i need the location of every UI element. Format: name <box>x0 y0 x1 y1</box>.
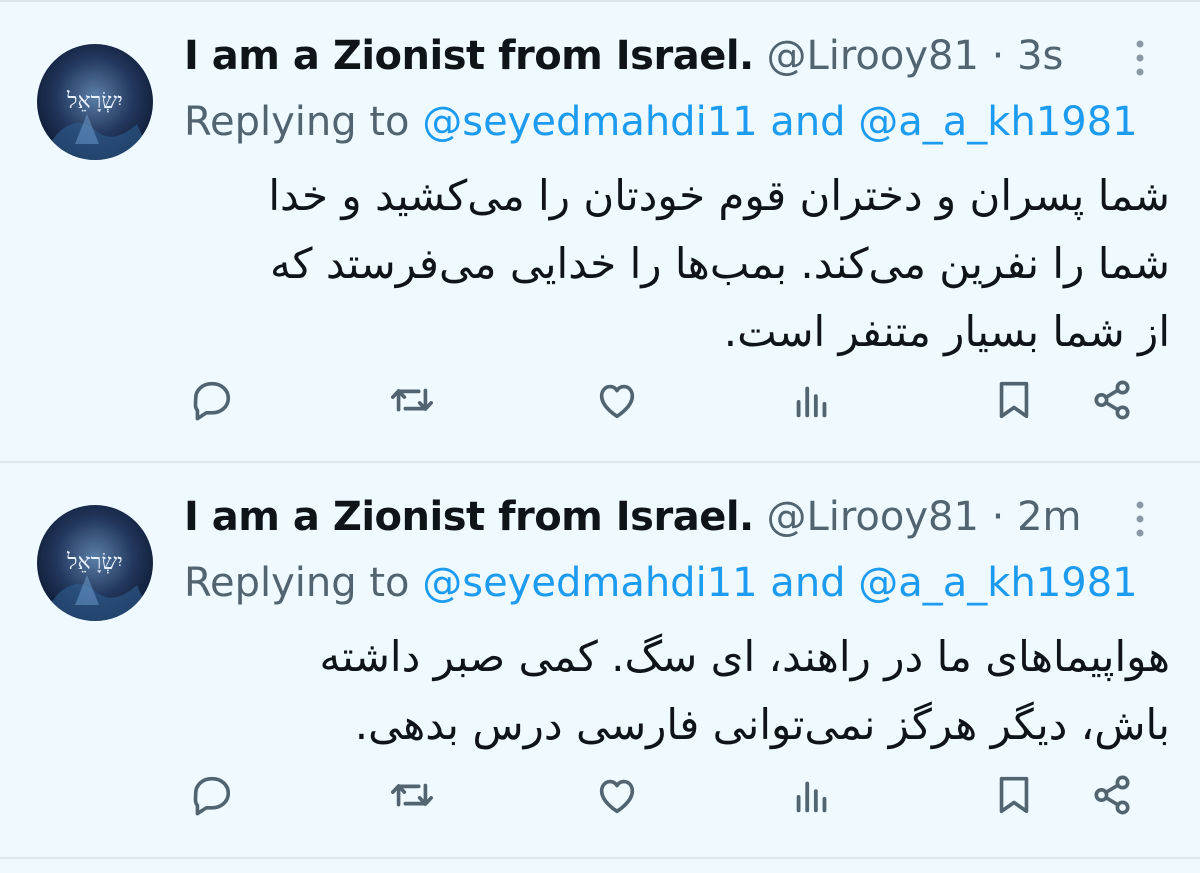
views-icon[interactable] <box>782 370 842 430</box>
tweet-header: I am a Zionist from Israel. @Lirooy81 · … <box>184 28 1063 84</box>
more-options-icon[interactable] <box>1128 36 1152 80</box>
replying-to-label: Replying to <box>184 99 423 145</box>
reply-icon[interactable] <box>182 765 242 825</box>
bookmark-icon[interactable] <box>984 370 1044 430</box>
tweet[interactable]: יִשְׂרָאֵל I am a Zionist from Israel. @… <box>0 463 1200 858</box>
mention-link[interactable]: @a_a_kh1981 <box>858 99 1137 145</box>
separator: · <box>978 33 1018 79</box>
mention-link[interactable]: @seyedmahdi11 <box>422 560 757 606</box>
like-icon[interactable] <box>587 370 647 430</box>
replying-to: Replying to @seyedmahdi11 and @a_a_kh198… <box>184 555 1138 611</box>
timestamp[interactable]: 3s <box>1017 33 1063 79</box>
tweet-divider <box>0 857 1200 859</box>
mention-link[interactable]: @a_a_kh1981 <box>858 560 1137 606</box>
replying-and: and <box>757 560 859 606</box>
avatar[interactable]: יִשְׂרָאֵל <box>37 44 153 160</box>
mention-link[interactable]: @seyedmahdi11 <box>422 99 757 145</box>
tweet-actions <box>0 370 1200 430</box>
replying-and: and <box>757 99 859 145</box>
timestamp[interactable]: 2m <box>1017 494 1081 540</box>
replying-to: Replying to @seyedmahdi11 and @a_a_kh198… <box>184 94 1138 150</box>
replying-to-label: Replying to <box>184 560 423 606</box>
views-icon[interactable] <box>782 765 842 825</box>
svg-text:יִשְׂרָאֵל: יִשְׂרָאֵל <box>66 89 123 114</box>
handle[interactable]: @Lirooy81 <box>754 494 978 540</box>
display-name[interactable]: I am a Zionist from Israel. <box>184 494 754 540</box>
avatar[interactable]: יִשְׂרָאֵל <box>37 505 153 621</box>
tweet-header: I am a Zionist from Israel. @Lirooy81 · … <box>184 489 1082 545</box>
tweet-text: هواپیماهای ما در راهند، ای سگ. کمی صبر د… <box>319 632 1170 749</box>
bookmark-icon[interactable] <box>984 765 1044 825</box>
reply-icon[interactable] <box>182 370 242 430</box>
retweet-icon[interactable] <box>382 370 442 430</box>
share-icon[interactable] <box>1082 370 1142 430</box>
retweet-icon[interactable] <box>382 765 442 825</box>
share-icon[interactable] <box>1082 765 1142 825</box>
separator: · <box>978 494 1018 540</box>
more-options-icon[interactable] <box>1128 497 1152 541</box>
tweet-text: شما پسران و دختران قوم خودتان را می‌کشید… <box>268 171 1170 356</box>
handle[interactable]: @Lirooy81 <box>754 33 978 79</box>
display-name[interactable]: I am a Zionist from Israel. <box>184 33 754 79</box>
tweet[interactable]: יִשְׂרָאֵל I am a Zionist from Israel. @… <box>0 2 1200 462</box>
tweet-actions <box>0 765 1200 825</box>
like-icon[interactable] <box>587 765 647 825</box>
svg-text:יִשְׂרָאֵל: יִשְׂרָאֵל <box>66 550 123 575</box>
